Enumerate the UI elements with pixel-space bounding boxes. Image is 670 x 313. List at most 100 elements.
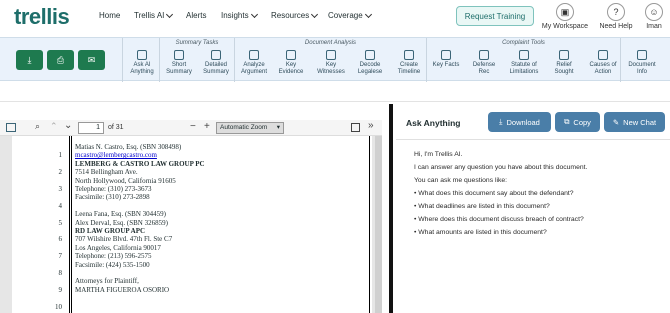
ask-ai-section: Ask AI Anything: [122, 38, 159, 82]
download-chat-button[interactable]: ⤓ Download: [488, 112, 551, 132]
download-document-button[interactable]: ⤓: [16, 50, 43, 70]
evidence-icon: [286, 50, 296, 60]
document-analysis-section: Document Analysis Analyze Argument Key Evi…: [234, 38, 426, 82]
chevron-down-icon: [166, 10, 174, 18]
pdf-text-line: Leena Fana, Esq. (SBN 304459): [75, 210, 166, 219]
top-navigation: trellis Home Trellis AI Alerts Insights …: [0, 0, 670, 36]
previous-page-icon[interactable]: ⌃: [50, 121, 58, 132]
defense-rec-button[interactable]: Defense Rec: [467, 50, 501, 76]
new-chat-button[interactable]: ✎ New Chat: [604, 112, 665, 132]
line-number: 9: [58, 285, 63, 294]
print-icon: ⎙: [56, 54, 65, 65]
document-info-button[interactable]: Document Info: [625, 50, 659, 76]
statute-of-limitations-button[interactable]: Statute of Limitations: [505, 50, 543, 76]
chevron-down-icon: [250, 10, 258, 18]
line-number: 7: [58, 252, 63, 261]
suggested-question[interactable]: • What amounts are listed in this docume…: [414, 229, 547, 236]
trellis-logo[interactable]: trellis: [14, 4, 70, 30]
sidebar-toggle-icon[interactable]: [6, 123, 16, 132]
witness-icon: [326, 50, 336, 60]
pdf-text-line: Facsimile: (424) 535-1500: [75, 260, 150, 269]
nav-insights[interactable]: Insights: [221, 10, 258, 20]
line-number: 5: [58, 218, 63, 227]
create-timeline-button[interactable]: Create Timeline: [392, 50, 426, 76]
request-training-button[interactable]: Request Training: [456, 6, 534, 26]
margin-line: [369, 136, 370, 313]
causes-of-action-button[interactable]: Causes of Action: [585, 50, 621, 76]
pdf-scrollbar[interactable]: [375, 136, 382, 313]
my-workspace-button[interactable]: ▣ My Workspace: [541, 3, 589, 30]
pdf-text-line: Matias N. Castro, Esq. (SBN 308498): [75, 143, 182, 151]
analyze-icon: [249, 50, 259, 60]
detailed-summary-button[interactable]: Detailed Summary: [200, 50, 232, 76]
copy-button[interactable]: ⧉ Copy: [555, 112, 600, 132]
suggested-question[interactable]: • Where does this document discuss breac…: [414, 216, 584, 223]
zoom-in-icon[interactable]: +: [204, 121, 210, 132]
timeline-icon: [404, 50, 414, 60]
search-icon[interactable]: ⌕: [35, 121, 40, 132]
edit-icon: ✎: [612, 117, 620, 127]
help-icon: ?: [607, 3, 625, 21]
line-number: 1: [58, 151, 63, 160]
ask-anything-title: Ask Anything: [406, 118, 461, 128]
pdf-text-line: RD LAW GROUP APC: [75, 227, 146, 235]
pane-divider[interactable]: [389, 104, 393, 313]
summary-icon: [174, 50, 184, 60]
line-number: 2: [58, 168, 63, 177]
facts-icon: [441, 50, 451, 60]
chat-message: Hi, I'm Trellis AI.: [414, 151, 463, 158]
zoom-select[interactable]: Automatic Zoom ▾: [216, 122, 284, 134]
short-summary-button[interactable]: Short Summary: [164, 50, 194, 76]
next-page-icon[interactable]: ⌄: [64, 120, 72, 131]
zoom-out-icon[interactable]: −: [190, 121, 196, 132]
chevron-down-icon: [364, 10, 372, 18]
email-button[interactable]: ✉: [78, 50, 105, 70]
pdf-text-line: 707 Wilshire Blvd. 47th Fl. Ste C7: [75, 235, 173, 244]
more-tools-icon[interactable]: »: [368, 120, 374, 131]
pdf-text-line: 7514 Bellingham Ave.: [75, 168, 138, 177]
nav-resources[interactable]: Resources: [271, 10, 319, 20]
relief-sought-button[interactable]: Relief Sought: [547, 50, 581, 76]
copy-icon: ⧉: [564, 117, 570, 126]
pdf-text-line: Attorneys for Plaintiff,: [75, 277, 139, 286]
nav-alerts[interactable]: Alerts: [186, 11, 206, 20]
pdf-text-line: MARTHA FIGUEROA OSORIO: [75, 285, 170, 294]
annotation-icon[interactable]: [351, 123, 360, 132]
detailed-summary-icon: [211, 50, 221, 60]
key-evidence-button[interactable]: Key Evidence: [275, 50, 307, 76]
line-number: 4: [58, 201, 63, 210]
ask-ai-anything-button[interactable]: Ask AI Anything: [127, 50, 157, 76]
pdf-document-area[interactable]: Matias N. Castro, Esq. (SBN 308498) 1 mcas…: [0, 136, 382, 313]
suggested-question[interactable]: • What does this document say about the …: [414, 190, 574, 197]
analyze-argument-button[interactable]: Analyze Argument: [237, 50, 271, 76]
chat-message: I can answer any question you have about…: [414, 164, 588, 171]
nav-home[interactable]: Home: [99, 11, 120, 20]
nav-trellis-ai[interactable]: Trellis AI: [134, 10, 174, 20]
complaint-tools-section: Complaint Tools Key Facts Defense Rec Sta…: [426, 38, 620, 82]
document-info-section: Document Info: [620, 38, 670, 82]
user-menu[interactable]: ☺ Iman: [641, 3, 667, 30]
need-help-button[interactable]: ? Need Help: [597, 3, 635, 30]
ask-anything-header: Ask Anything ⤓ Download ⧉ Copy ✎ New Chat: [396, 104, 670, 140]
chat-panel: Hi, I'm Trellis AI. I can answer any que…: [396, 141, 670, 313]
chevron-down-icon: [311, 10, 319, 18]
margin-line: [69, 136, 70, 313]
pdf-text-line: Los Angeles, California 90017: [75, 243, 161, 252]
decode-legalese-button[interactable]: Decode Legalese: [353, 50, 387, 76]
page-total: of 31: [108, 124, 124, 131]
nav-coverage[interactable]: Coverage: [328, 10, 372, 20]
suggested-question[interactable]: • What deadlines are listed in this docu…: [414, 203, 550, 210]
workspace-icon: ▣: [556, 3, 574, 21]
summary-tasks-section: Summary Tasks Short Summary Detailed Summa…: [159, 38, 234, 82]
key-witnesses-button[interactable]: Key Witnesses: [313, 50, 349, 76]
pdf-text-line[interactable]: mcastro@lembergcastro.com: [75, 152, 157, 159]
gavel-icon: [598, 50, 608, 60]
print-button[interactable]: ⎙: [47, 50, 74, 70]
document-icon: [637, 50, 647, 60]
chevron-down-icon: ▾: [276, 124, 280, 131]
spacer-band: [0, 82, 670, 102]
pdf-page: Matias N. Castro, Esq. (SBN 308498) 1 mcas…: [12, 136, 372, 313]
key-facts-button[interactable]: Key Facts: [429, 50, 463, 69]
page-number-input[interactable]: 1: [78, 122, 104, 134]
download-icon: ⤓: [499, 117, 503, 126]
